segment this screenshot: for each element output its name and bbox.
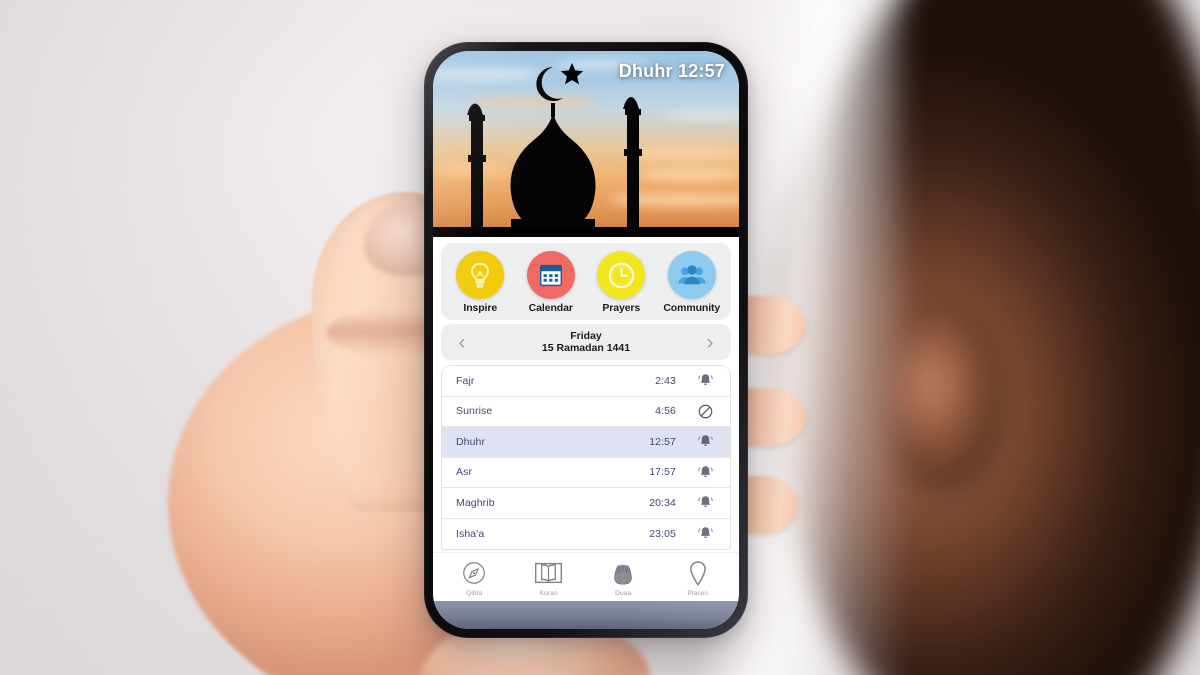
hijri-date-label: 15 Ramadan 1441 [541,342,631,354]
current-prayer-banner: Dhuhr 12:57 [618,61,725,81]
quick-action-calendar[interactable]: Calendar [516,251,587,314]
lightbulb-icon [471,262,490,288]
prayer-row-fajr[interactable]: Fajr 2:43 [442,366,730,397]
hero-banner: Dhuhr 12:57 [433,51,739,237]
quick-action-prayers[interactable]: Prayers [586,251,657,314]
phone-bezel: Dhuhr 12:57 Inspire Calendar Prayers Com… [433,51,739,629]
prayer-row-asr[interactable]: Asr 17:57 [442,457,730,488]
praying-hands-icon [608,558,638,588]
phone-bottom-band [433,601,739,629]
hero-bottom-bar [433,227,739,237]
prayer-name: Sunrise [456,405,493,418]
prayer-name: Isha'a [456,527,485,540]
open-book-icon [535,562,563,584]
prayer-name: Maghrib [456,496,495,509]
no-alert-icon [698,404,712,419]
prayer-name: Dhuhr [456,435,486,448]
bell-icon[interactable] [692,494,718,511]
tab-koran[interactable]: Koran [512,558,587,597]
quick-action-community[interactable]: Community [657,251,728,314]
prayer-time: 12:57 [649,435,676,448]
prayers-badge [597,251,646,299]
praying-hands-icon [614,564,633,585]
photo-scene: Dhuhr 12:57 Inspire Calendar Prayers Com… [0,0,1200,675]
bell-icon [697,527,713,539]
bell-icon[interactable] [692,525,718,542]
prayer-row-sunrise[interactable]: Sunrise 4:56 [442,396,730,427]
compass-icon [463,562,486,584]
tab-label: Koran [539,590,558,597]
tab-label: Qibla [466,590,483,597]
inspire-badge [456,251,505,299]
map-pin-icon [689,560,706,586]
prayer-name: Fajr [456,374,475,387]
prayer-time: 4:56 [655,405,676,418]
prayer-name: Asr [456,466,473,479]
clock-icon [608,262,634,288]
quick-action-label: Calendar [528,302,573,314]
bell-icon [697,374,713,386]
prayer-row-ishaa[interactable]: Isha'a 23:05 [442,518,730,549]
quick-action-label: Community [663,302,721,314]
prayer-list-section: Fajr 2:43 Sunrise 4:56 Dhuhr 12:57 Asr 1… [433,365,739,552]
date-nav-section: ‹ Friday 15 Ramadan 1441 › [433,324,739,365]
tab-label: Places [687,590,709,597]
bell-icon[interactable] [692,433,718,450]
people-icon [678,265,706,285]
weekday-label: Friday [570,329,602,342]
prayer-time: 2:43 [655,374,676,387]
bell-icon[interactable] [692,464,718,481]
compass-icon [461,558,487,588]
smartphone: Dhuhr 12:57 Inspire Calendar Prayers Com… [424,42,748,638]
bottom-tab-bar: Qibla Koran Duaa Places [433,552,739,601]
tab-duaa[interactable]: Duaa [586,558,661,597]
bell-icon [697,496,713,508]
quick-actions-section: Inspire Calendar Prayers Community [433,237,739,324]
quick-actions-row: Inspire Calendar Prayers Community [441,243,731,320]
tab-qibla[interactable]: Qibla [437,558,512,597]
quick-action-label: Prayers [602,302,641,314]
quick-action-inspire[interactable]: Inspire [445,251,516,314]
prayer-row-dhuhr[interactable]: Dhuhr 12:57 [442,427,730,458]
community-badge [667,251,716,299]
date-nav-bar: ‹ Friday 15 Ramadan 1441 › [441,324,731,360]
prayer-time: 23:05 [649,527,676,540]
no-alert-icon[interactable] [692,403,718,420]
bell-icon [697,435,713,447]
next-day-button[interactable]: › [697,332,723,353]
prayer-list: Fajr 2:43 Sunrise 4:56 Dhuhr 12:57 Asr 1… [441,365,731,550]
prayer-time: 20:34 [649,496,676,509]
phone-screen: Dhuhr 12:57 Inspire Calendar Prayers Com… [433,51,739,629]
quick-action-label: Inspire [463,302,498,314]
tab-places[interactable]: Places [661,558,736,597]
prev-day-button[interactable]: ‹ [449,332,475,353]
prayer-time: 17:57 [649,466,676,479]
calendar-badge [526,251,575,299]
prayer-row-maghrib[interactable]: Maghrib 20:34 [442,488,730,519]
tab-label: Duaa [615,590,632,597]
open-book-icon [534,558,563,588]
bell-icon[interactable] [692,372,718,389]
calendar-icon [539,264,562,287]
date-display[interactable]: Friday 15 Ramadan 1441 [475,330,697,355]
map-pin-icon [687,558,709,588]
bell-icon [697,466,713,477]
